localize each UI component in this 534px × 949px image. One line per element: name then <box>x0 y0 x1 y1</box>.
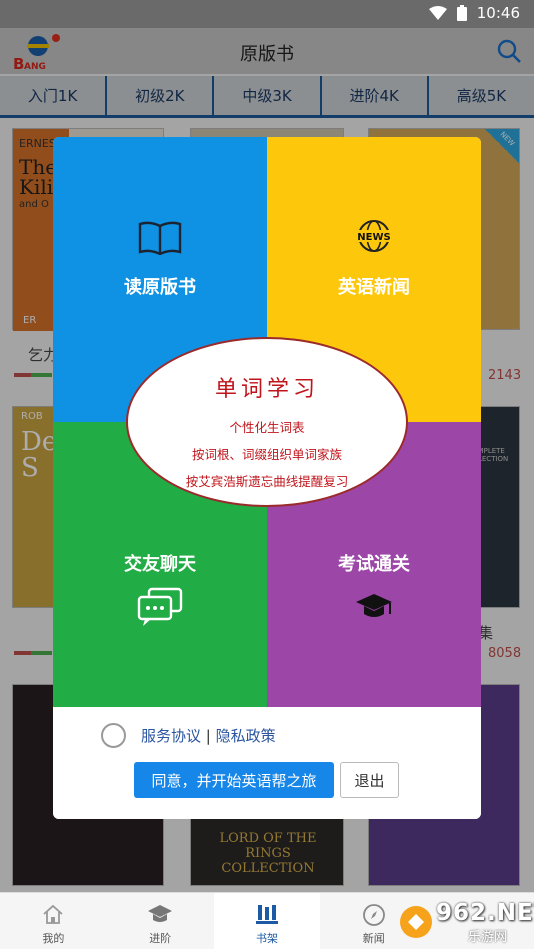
wifi-icon <box>428 6 447 20</box>
status-time: 10:46 <box>476 4 520 22</box>
watermark-subtitle: 乐游网 <box>468 930 508 945</box>
status-bar: 10:46 <box>0 0 534 28</box>
exit-button[interactable]: 退出 <box>340 762 399 798</box>
bookshelf-icon <box>255 903 279 929</box>
vocabulary-line-3: 按艾宾浩斯遗忘曲线提醒复习 <box>185 474 349 489</box>
service-agreement-link[interactable]: 服务协议 <box>141 727 201 745</box>
read-books-label: 读原版书 <box>124 277 196 298</box>
nav-item-advance[interactable]: 进阶 <box>107 893 214 949</box>
chat-friends-label: 交友聊天 <box>124 554 196 575</box>
nav-label-mine: 我的 <box>42 932 65 945</box>
compass-icon <box>362 903 386 931</box>
graduation-icon <box>147 903 173 929</box>
watermark-logo-icon <box>400 906 432 938</box>
home-icon <box>42 903 64 929</box>
nav-item-mine[interactable]: 我的 <box>0 893 107 949</box>
battery-icon <box>456 5 467 21</box>
watermark-number: 962.NET <box>436 900 534 926</box>
vocabulary-line-1: 个性化生词表 <box>229 420 305 435</box>
vocabulary-title: 单词学习 <box>214 377 319 402</box>
vocabulary-line-2: 按词根、词缀组织单词家族 <box>191 447 342 462</box>
chat-bubbles-icon <box>137 587 183 631</box>
agreement-links: 服务协议 | 隐私政策 <box>141 725 276 746</box>
agree-start-button[interactable]: 同意，并开始英语帮之旅 <box>134 762 334 798</box>
book-icon <box>138 221 182 259</box>
graduation-cap-icon <box>354 592 394 626</box>
link-separator: | <box>205 727 211 745</box>
english-news-label: 英语新闻 <box>338 277 410 298</box>
feature-dialog: 读原版书 NEWS 英语新闻 交友聊天 考试通关 单词学习 个性化生词表 按词根… <box>53 137 481 819</box>
privacy-policy-link[interactable]: 隐私政策 <box>216 727 276 745</box>
nav-label-bookshelf: 书架 <box>255 932 278 945</box>
site-watermark: 962.NET 乐游网 <box>398 900 534 946</box>
agree-radio[interactable] <box>101 723 126 748</box>
nav-item-bookshelf[interactable]: 书架 <box>213 893 321 949</box>
vocabulary-learning-center[interactable]: 单词学习 个性化生词表 按词根、词缀组织单词家族 按艾宾浩斯遗忘曲线提醒复习 <box>126 337 408 507</box>
nav-label-advance: 进阶 <box>149 932 172 945</box>
news-globe-icon: NEWS <box>354 219 394 257</box>
news-icon-text: NEWS <box>357 232 390 243</box>
agreement-section: 服务协议 | 隐私政策 同意，并开始英语帮之旅 退出 <box>53 707 481 819</box>
exam-pass-label: 考试通关 <box>338 554 410 575</box>
